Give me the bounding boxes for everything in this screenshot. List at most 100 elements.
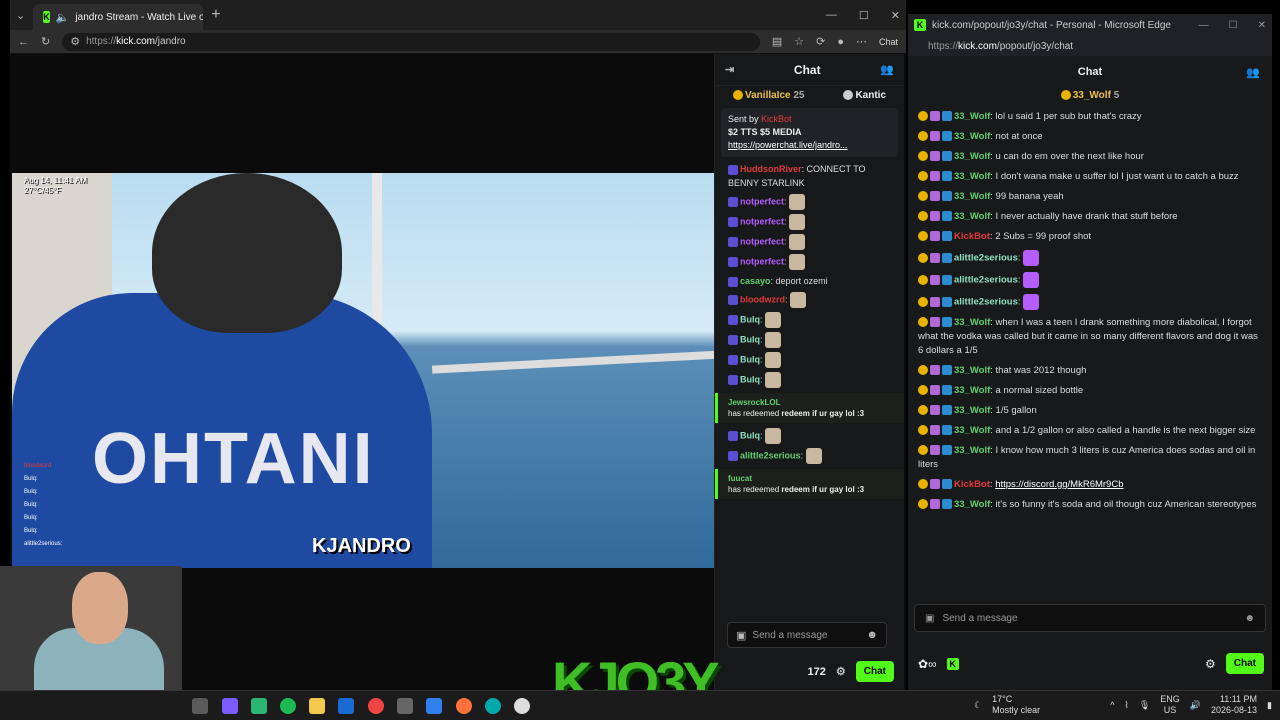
close-window-icon[interactable]: ✕: [1258, 20, 1266, 31]
chat-text: and a 1/2 gallon or also called a handle…: [995, 425, 1256, 436]
chrome-icon[interactable]: [368, 698, 384, 714]
edge-icon[interactable]: [485, 698, 501, 714]
app-icon[interactable]: [426, 698, 442, 714]
chat-username[interactable]: Bulq: [740, 430, 760, 440]
collapse-chat-icon[interactable]: ⇥: [725, 63, 734, 76]
chat-username[interactable]: notperfect: [740, 236, 784, 246]
favorite-icon[interactable]: ☆: [794, 35, 804, 48]
users-icon[interactable]: 👥: [1246, 66, 1260, 79]
chat-username[interactable]: 33_Wolf: [954, 317, 990, 328]
send-chat-button[interactable]: Chat: [855, 661, 894, 682]
popout-send-button[interactable]: Chat: [1225, 653, 1264, 674]
back-icon[interactable]: ←: [18, 36, 29, 48]
pin-link[interactable]: https://powerchat.live/jandro...: [728, 140, 848, 150]
chat-username[interactable]: 33_Wolf: [954, 131, 990, 142]
speaker-icon[interactable]: 🔊: [1190, 700, 1201, 711]
minimize-icon[interactable]: —: [1199, 20, 1209, 31]
chat-username[interactable]: 33_Wolf: [954, 191, 990, 202]
microphone-icon[interactable]: 🎙: [1139, 700, 1150, 711]
extensions-icon[interactable]: ⟳: [816, 35, 825, 48]
weather-widget[interactable]: 17°C Mostly clear: [992, 694, 1040, 716]
redeem-user[interactable]: JewsrockLOL: [728, 397, 894, 408]
chat-username[interactable]: Bulq: [740, 334, 760, 344]
popout-chat-input[interactable]: ▣ Send a message ☻: [914, 604, 1266, 632]
speaker-icon[interactable]: 🔈: [56, 11, 70, 24]
sub-badge-icon: [918, 151, 928, 162]
chat-username[interactable]: 33_Wolf: [954, 445, 990, 456]
chat-username[interactable]: 33_Wolf: [954, 151, 990, 162]
chat-username[interactable]: KickBot: [954, 231, 990, 242]
redeem-text: has redeemed: [728, 485, 780, 494]
maximize-icon[interactable]: ☐: [1229, 20, 1238, 31]
calculator-icon[interactable]: [397, 698, 413, 714]
chat-username[interactable]: Bulq: [740, 354, 760, 364]
chat-username[interactable]: notperfect: [740, 196, 784, 206]
leader-2[interactable]: Kantic: [843, 90, 886, 101]
chat-username[interactable]: bloodwzrd: [740, 294, 785, 304]
chevron-up-icon[interactable]: ^: [1110, 700, 1114, 710]
tab-list-icon[interactable]: ⌄: [16, 9, 25, 22]
language-indicator[interactable]: ENG US: [1160, 694, 1180, 716]
chat-input[interactable]: ▣ Send a message ☻: [727, 622, 887, 648]
emote-icon: [1023, 272, 1040, 288]
copilot-chat-button[interactable]: Chat: [879, 37, 898, 47]
chat-username[interactable]: notperfect: [740, 256, 784, 266]
chat-username[interactable]: 33_Wolf: [954, 385, 990, 396]
more-icon[interactable]: ⋯: [856, 35, 867, 48]
url-field[interactable]: ⚙ https://kick.com/jandro: [62, 32, 760, 51]
chat-username[interactable]: 33_Wolf: [954, 211, 990, 222]
minimize-icon[interactable]: —: [826, 9, 837, 22]
chat-username[interactable]: alittle2serious: [740, 450, 801, 460]
clock[interactable]: 11:11 PM 2026-08-13: [1211, 694, 1257, 716]
popout-leaderboard[interactable]: 33_Wolf 5: [908, 88, 1272, 107]
pin-sent-by: Sent by: [728, 114, 759, 124]
chat-username[interactable]: casayo: [740, 276, 771, 286]
chat-username[interactable]: Bulq: [740, 374, 760, 384]
tab-kick[interactable]: K 🔈 jandro Stream - Watch Live o ✕: [33, 4, 204, 30]
chat-username[interactable]: notperfect: [740, 216, 784, 226]
emoji-icon[interactable]: ☻: [1244, 613, 1255, 624]
users-icon[interactable]: 👥: [880, 63, 894, 76]
search-icon[interactable]: [192, 698, 208, 714]
reactions-icon[interactable]: ✿∞: [918, 657, 937, 671]
steam-icon[interactable]: [338, 698, 354, 714]
chat-username[interactable]: 33_Wolf: [954, 425, 990, 436]
chat-username[interactable]: KickBot: [954, 479, 990, 490]
chatgpt-icon[interactable]: [514, 698, 530, 714]
app-icon[interactable]: [251, 698, 267, 714]
refresh-icon[interactable]: ↻: [41, 35, 50, 48]
popout-address[interactable]: https://kick.com/popout/jo3y/chat: [908, 36, 1272, 56]
emoji-icon[interactable]: ☻: [866, 629, 878, 641]
chat-message: 33_Wolf: I don't wana make u suffer lol …: [908, 167, 1272, 187]
site-info-icon[interactable]: ⚙: [70, 35, 80, 48]
video-player[interactable]: OHTANI KJANDRO: [12, 173, 714, 568]
chat-username[interactable]: 33_Wolf: [954, 111, 990, 122]
maximize-icon[interactable]: ☐: [859, 9, 869, 22]
settings-icon[interactable]: ⚙: [836, 665, 846, 678]
copilot-icon[interactable]: [222, 698, 238, 714]
chat-username[interactable]: Bulq: [740, 314, 760, 324]
kick-icon[interactable]: K: [946, 657, 959, 670]
new-tab-icon[interactable]: +: [211, 6, 220, 24]
close-window-icon[interactable]: ✕: [891, 9, 900, 22]
chat-username[interactable]: 33_Wolf: [954, 365, 990, 376]
notification-icon[interactable]: ▮: [1267, 700, 1272, 711]
chat-username[interactable]: alittle2serious: [954, 297, 1018, 308]
chat-username[interactable]: alittle2serious: [954, 253, 1018, 264]
firefox-icon[interactable]: [456, 698, 472, 714]
settings-icon[interactable]: ⚙: [1205, 657, 1216, 671]
file-explorer-icon[interactable]: [309, 698, 325, 714]
redeem-user[interactable]: fuucat: [728, 473, 894, 484]
chat-username[interactable]: 33_Wolf: [954, 171, 990, 182]
spotify-icon[interactable]: [280, 698, 296, 714]
pinned-message[interactable]: Sent by KickBot $2 TTS $5 MEDIA https://…: [721, 108, 898, 157]
chat-username[interactable]: 33_Wolf: [954, 499, 990, 510]
chat-username[interactable]: HuddsonRiver: [740, 164, 802, 174]
network-icon[interactable]: ⌇: [1124, 700, 1128, 711]
chat-username[interactable]: alittle2serious: [954, 275, 1018, 286]
reader-icon[interactable]: ▤: [772, 35, 782, 48]
profile-icon[interactable]: ●: [837, 36, 844, 48]
chat-link[interactable]: https://discord.gg/MkR6Mr9Cb: [995, 479, 1123, 490]
chat-username[interactable]: 33_Wolf: [954, 405, 990, 416]
leader-1[interactable]: VanillaIce 25: [733, 90, 805, 101]
